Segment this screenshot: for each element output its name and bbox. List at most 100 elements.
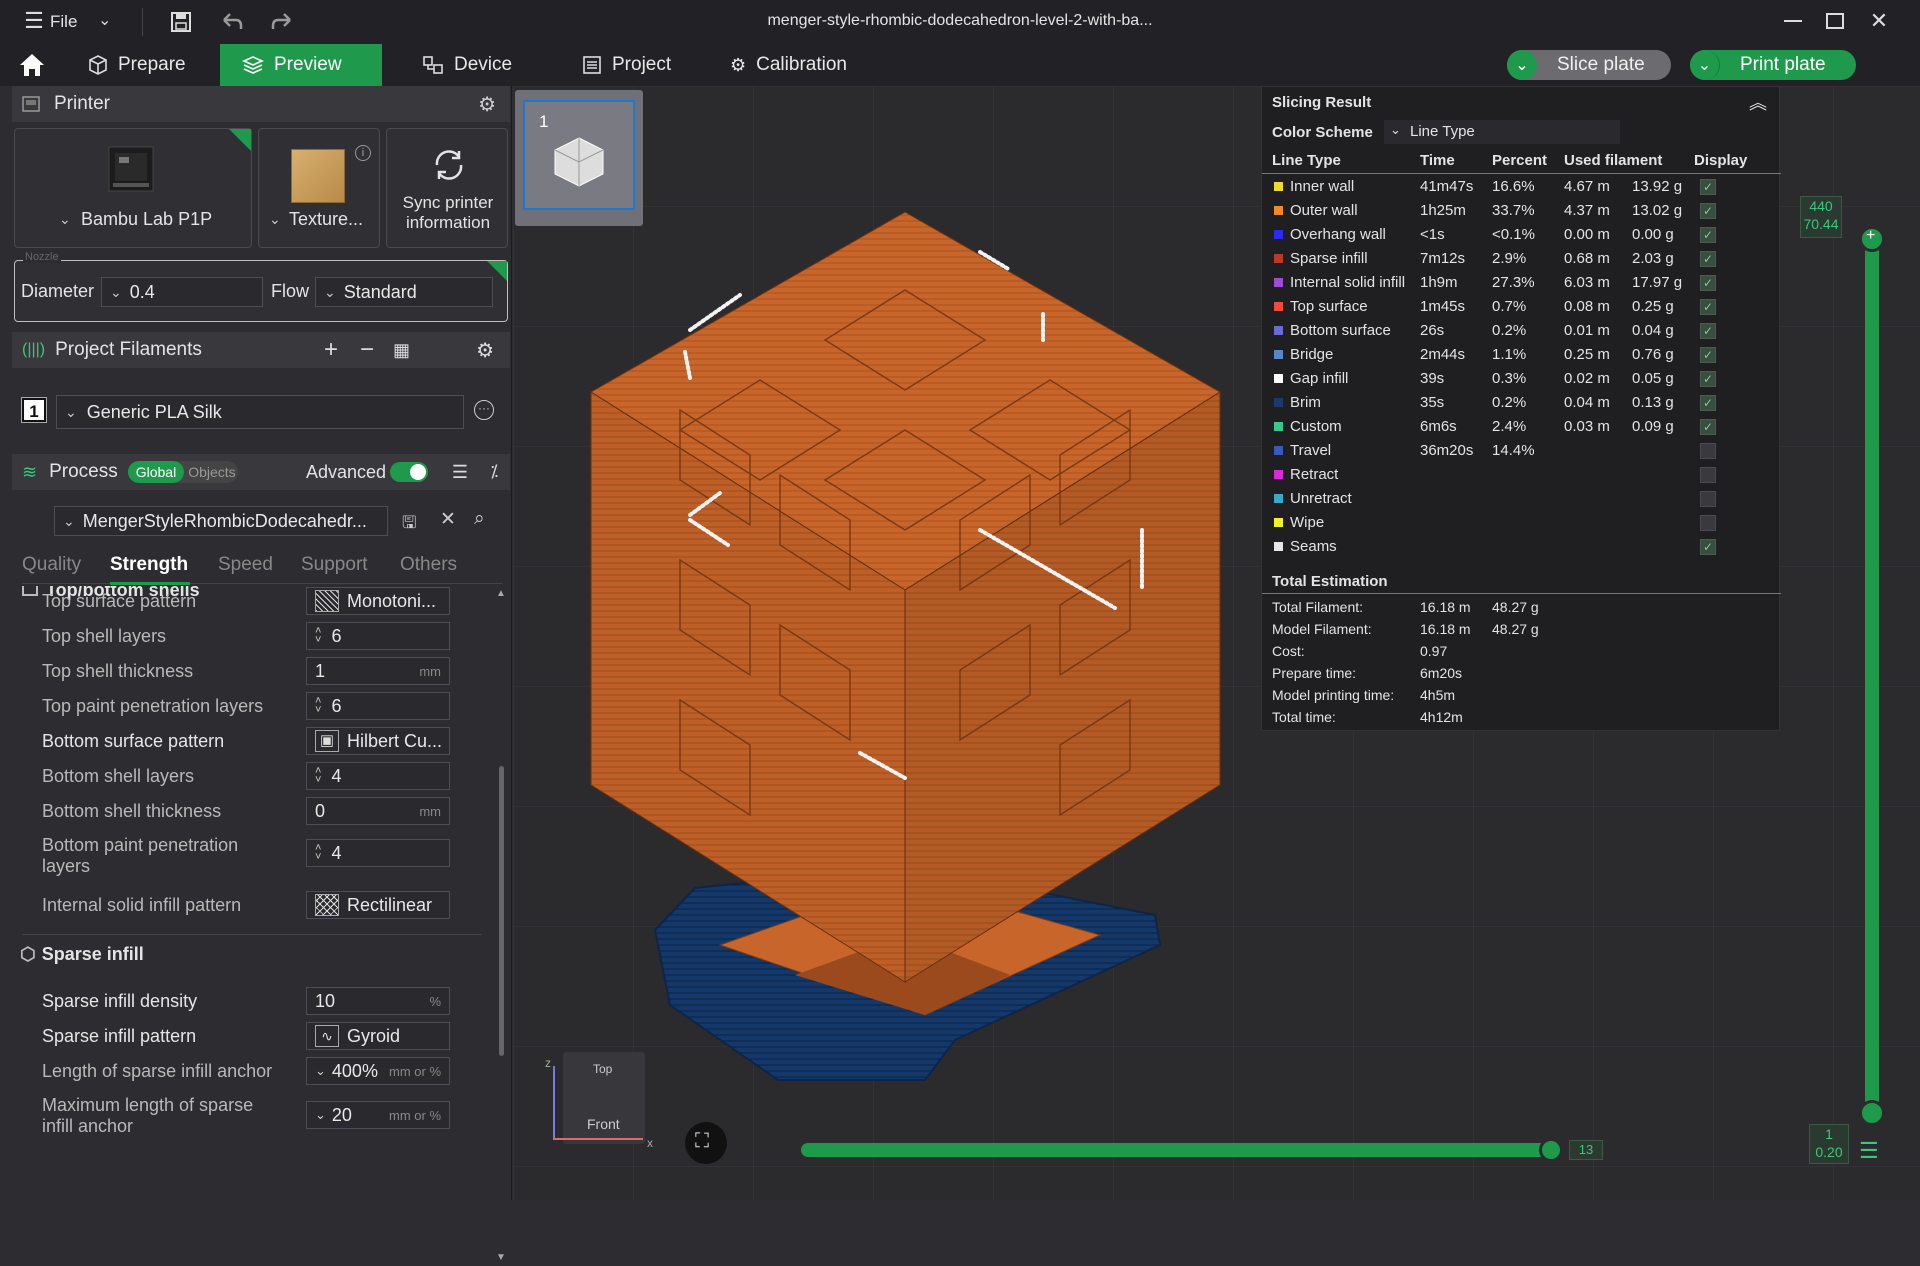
sparse-anchor-max-length-combo[interactable]: ⌄ 20 mm or % — [306, 1101, 450, 1129]
lower-layer-thumb[interactable] — [1859, 1100, 1885, 1126]
settings-list[interactable]: Top/bottom shells Top surface pattern Mo… — [0, 586, 498, 1266]
maximize-icon[interactable] — [1826, 13, 1844, 29]
display-checkbox[interactable]: ✓ — [1700, 539, 1716, 555]
tab-project[interactable]: Project — [560, 44, 700, 86]
process-compare-icon[interactable]: ⁒ — [490, 462, 498, 482]
display-checkbox[interactable]: ✓ — [1700, 419, 1716, 435]
redo-icon[interactable] — [270, 11, 294, 38]
bottom-shell-layers-spinner[interactable]: ˄ ˅ 4 — [306, 762, 450, 790]
display-checkbox[interactable]: ✓ — [1700, 443, 1716, 459]
filament-sync-icon[interactable]: ▦ — [393, 340, 410, 361]
top-surface-pattern-select[interactable]: Monotoni... — [306, 587, 450, 615]
display-checkbox[interactable]: ✓ — [1700, 275, 1716, 291]
tab-calibration[interactable]: ⚙ Calibration — [708, 44, 878, 86]
filament-more-icon[interactable]: ··· — [474, 400, 494, 420]
display-checkbox[interactable]: ✓ — [1700, 251, 1716, 267]
flow-select[interactable]: ⌄ Standard — [315, 277, 493, 307]
spinner-arrows-icon[interactable]: ˄ ˅ — [315, 626, 321, 646]
print-dropdown-chevron-icon[interactable]: ⌄ — [1690, 50, 1720, 80]
display-checkbox[interactable]: ✓ — [1700, 515, 1716, 531]
slice-plate-button[interactable]: ⌄ Slice plate — [1507, 50, 1671, 80]
view-gizmo[interactable]: Top Front z x — [545, 1046, 653, 1156]
remove-filament-icon[interactable]: − — [360, 336, 374, 364]
fit-view-button[interactable]: ⛶ — [685, 1122, 727, 1164]
undo-icon[interactable] — [220, 11, 244, 38]
minimize-icon[interactable] — [1784, 20, 1802, 22]
tab-preview[interactable]: Preview — [220, 44, 382, 86]
spinner-arrows-icon[interactable]: ˄ ˅ — [315, 766, 321, 786]
spinner-arrows-icon[interactable]: ˄ ˅ — [315, 696, 321, 716]
toggle-global[interactable]: Global — [127, 461, 185, 483]
tab-support[interactable]: Support — [301, 554, 368, 576]
tab-others[interactable]: Others — [400, 554, 457, 576]
plate-card[interactable]: i ⌄ Texture... — [258, 128, 380, 248]
scrollbar-thumb[interactable] — [499, 766, 504, 1056]
printer-settings-gear-icon[interactable]: ⚙ — [478, 92, 496, 117]
file-menu[interactable]: File — [50, 12, 77, 32]
tab-speed[interactable]: Speed — [218, 554, 273, 576]
display-checkbox[interactable]: ✓ — [1700, 179, 1716, 195]
scroll-up-arrow-icon[interactable]: ▲ — [496, 588, 506, 599]
filament-slot-badge[interactable]: 1 — [21, 397, 47, 423]
gcode-move-slider[interactable] — [801, 1143, 1563, 1157]
sparse-infill-pattern-select[interactable]: ∿ Gyroid — [306, 1022, 450, 1050]
settings-scrollbar[interactable]: ▲ ▼ — [496, 588, 508, 1264]
close-icon[interactable]: ✕ — [1866, 8, 1892, 34]
view-cube[interactable]: Top Front — [563, 1052, 645, 1144]
process-preset-select[interactable]: ⌄ MengerStyleRhombicDodecahedr... — [54, 506, 388, 536]
slice-dropdown-chevron-icon[interactable]: ⌄ — [1507, 50, 1537, 80]
save-icon[interactable] — [170, 11, 192, 38]
save-preset-icon[interactable]: 🖫 — [402, 510, 416, 539]
tab-device[interactable]: Device — [400, 44, 540, 86]
search-icon[interactable]: ⌕ — [474, 508, 485, 530]
sparse-infill-density-input[interactable]: 10 % — [306, 987, 450, 1015]
hamburger-menu-icon[interactable]: ☰ — [22, 8, 46, 33]
process-list-icon[interactable]: ☰ — [452, 462, 468, 483]
printer-card[interactable]: ⌄ Bambu Lab P1P — [14, 128, 252, 248]
move-slider-thumb[interactable] — [1539, 1138, 1563, 1162]
tab-strength[interactable]: Strength — [110, 554, 188, 576]
global-objects-toggle[interactable]: Global Objects — [127, 461, 238, 483]
spinner-arrows-icon[interactable]: ˄ ˅ — [315, 843, 321, 863]
top-shell-layers-spinner[interactable]: ˄ ˅ 6 — [306, 622, 450, 650]
display-checkbox[interactable]: ✓ — [1700, 227, 1716, 243]
sync-printer-button[interactable]: Sync printer information — [386, 128, 508, 248]
add-filament-icon[interactable]: + — [324, 336, 338, 364]
delete-preset-icon[interactable]: ✕ — [440, 508, 456, 531]
print-plate-button[interactable]: ⌄ Print plate — [1690, 50, 1856, 80]
filament-select[interactable]: ⌄ Generic PLA Silk — [56, 395, 464, 429]
display-checkbox[interactable]: ✓ — [1700, 491, 1716, 507]
bottom-shell-thickness-input[interactable]: 0 mm — [306, 797, 450, 825]
display-checkbox[interactable]: ✓ — [1700, 299, 1716, 315]
display-checkbox[interactable]: ✓ — [1700, 347, 1716, 363]
filament-settings-gear-icon[interactable]: ⚙ — [476, 338, 494, 363]
display-checkbox[interactable]: ✓ — [1700, 203, 1716, 219]
chevron-down-icon: ⌄ — [1390, 122, 1401, 137]
layers-stack-icon[interactable]: ☰ — [1859, 1138, 1879, 1164]
upper-layer-thumb[interactable]: + — [1859, 226, 1885, 252]
sparse-anchor-length-combo[interactable]: ⌄ 400% mm or % — [306, 1057, 450, 1085]
top-paint-penetration-spinner[interactable]: ˄ ˅ 6 — [306, 692, 450, 720]
line-type-row: Brim 35s 0.2% 0.04 m 0.13 g ✓ — [1262, 391, 1781, 415]
display-checkbox[interactable]: ✓ — [1700, 467, 1716, 483]
line-type-time: 26s — [1420, 322, 1445, 339]
top-shell-thickness-input[interactable]: 1 mm — [306, 657, 450, 685]
bottom-surface-pattern-select[interactable]: ▣ Hilbert Cu... — [306, 727, 450, 755]
display-checkbox[interactable]: ✓ — [1700, 371, 1716, 387]
scroll-down-arrow-icon[interactable]: ▼ — [496, 1252, 506, 1263]
color-scheme-select[interactable]: ⌄ Line Type — [1384, 120, 1620, 144]
info-icon[interactable]: i — [355, 145, 371, 161]
collapse-panel-icon[interactable]: ︽ — [1749, 89, 1767, 115]
diameter-select[interactable]: ⌄ 0.4 — [101, 277, 263, 307]
display-checkbox[interactable]: ✓ — [1700, 395, 1716, 411]
tab-prepare[interactable]: Prepare — [66, 44, 220, 86]
internal-solid-infill-pattern-select[interactable]: Rectilinear — [306, 891, 450, 919]
chevron-down-icon[interactable]: ⌄ — [98, 10, 111, 30]
display-checkbox[interactable]: ✓ — [1700, 323, 1716, 339]
bottom-paint-penetration-spinner[interactable]: ˄ ˅ 4 — [306, 839, 450, 867]
advanced-switch[interactable] — [390, 462, 428, 482]
home-icon[interactable] — [18, 52, 46, 83]
tab-quality[interactable]: Quality — [22, 554, 81, 576]
toggle-objects[interactable]: Objects — [184, 464, 235, 480]
layer-slider-track[interactable] — [1865, 236, 1879, 1116]
